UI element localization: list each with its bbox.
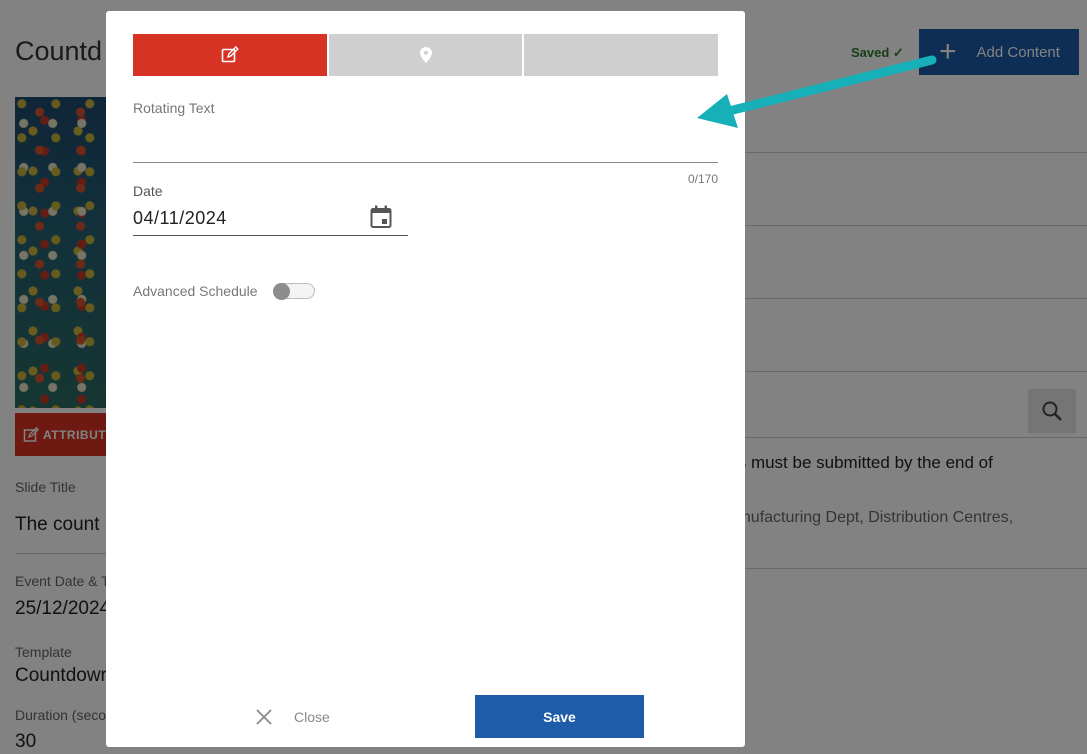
rotating-text-label: Rotating Text (133, 100, 215, 116)
toggle-knob (273, 283, 290, 300)
save-button[interactable]: Save (475, 695, 644, 738)
tab-location[interactable] (328, 34, 523, 76)
advanced-schedule-label: Advanced Schedule (133, 283, 258, 299)
character-counter: 0/170 (687, 172, 718, 186)
date-label: Date (133, 183, 163, 199)
rotating-text-input[interactable] (133, 123, 718, 163)
edit-icon (221, 46, 239, 63)
close-icon (256, 709, 272, 725)
close-button[interactable]: Close (254, 706, 330, 728)
tab-third[interactable] (524, 34, 719, 76)
edit-slide-dialog: Rotating Text 0/170 Date 04/11/2024 Adva… (106, 11, 745, 747)
location-pin-icon (419, 47, 432, 63)
dialog-tabs (133, 34, 719, 76)
advanced-schedule-toggle[interactable] (273, 283, 315, 300)
date-value: 04/11/2024 (133, 208, 227, 228)
tab-edit[interactable] (133, 34, 327, 76)
calendar-icon[interactable] (369, 204, 393, 230)
date-field[interactable]: 04/11/2024 (133, 204, 408, 236)
close-label: Close (294, 709, 330, 725)
